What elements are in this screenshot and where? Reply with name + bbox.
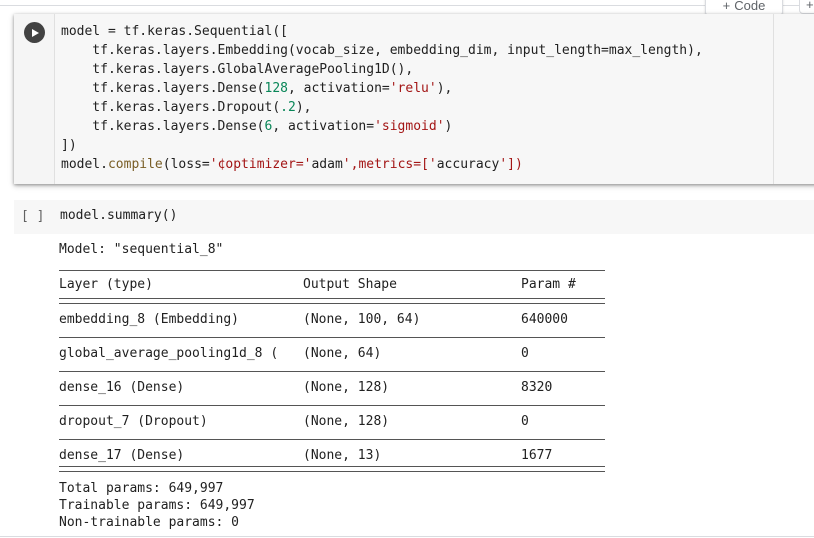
row-layer: dense_17 (Dense): [59, 448, 185, 463]
section-divider: [0, 5, 814, 6]
table-double-rule: [59, 466, 605, 472]
code-line[interactable]: tf.keras.layers.Dropout(.2),: [61, 98, 311, 117]
row-output-shape: (None, 128): [303, 414, 390, 429]
header-layer: Layer (type): [59, 277, 153, 292]
row-param: 0: [521, 414, 529, 429]
code-line[interactable]: tf.keras.layers.Dense(128, activation='r…: [61, 79, 452, 98]
code-line[interactable]: model.compile(loss='¢optimizer='adam',me…: [61, 155, 523, 174]
code-token: tf.keras.layers.Embedding(vocab_size, em…: [61, 43, 703, 58]
table-double-rule: [59, 298, 605, 304]
code-line[interactable]: tf.keras.layers.Embedding(vocab_size, em…: [61, 41, 703, 60]
row-param: 1677: [521, 448, 553, 463]
code-line[interactable]: tf.keras.layers.GlobalAveragePooling1D()…: [61, 60, 413, 79]
code-cell-model[interactable]: model = tf.keras.Sequential([ tf.keras.l…: [14, 14, 814, 184]
row-output-shape: (None, 128): [303, 380, 390, 395]
code-token: , activation=: [272, 119, 375, 134]
code-token: ',metrics=[': [342, 157, 437, 172]
row-layer: global_average_pooling1d_8 (: [59, 346, 279, 361]
cell-divider: [0, 536, 814, 537]
add-text-button[interactable]: +: [799, 0, 814, 14]
table-rule: [59, 439, 605, 440]
code-token: 128: [264, 81, 288, 96]
model-name-line: Model: "sequential_8": [59, 242, 224, 257]
row-layer: dense_16 (Dense): [59, 380, 185, 395]
code-cell-summary[interactable]: [ ] model.summary(): [14, 200, 814, 234]
play-icon: [31, 28, 39, 37]
row-output-shape: (None, 100, 64): [303, 312, 421, 327]
row-layer: embedding_8 (Embedding): [59, 312, 240, 327]
table-rule: [59, 371, 605, 372]
code-token: ),: [295, 100, 312, 115]
code-token: 'relu': [389, 81, 437, 96]
code-token: tf.keras.layers.Dense(: [61, 119, 265, 134]
code-editor[interactable]: model = tf.keras.Sequential([ tf.keras.l…: [54, 14, 814, 184]
row-param: 8320: [521, 380, 553, 395]
non-trainable-params: Non-trainable params: 0: [59, 515, 240, 530]
ruler-line: [773, 14, 774, 184]
header-param: Param #: [521, 277, 576, 292]
code-token: tf.keras.layers.GlobalAveragePooling1D()…: [61, 62, 414, 77]
cell-execution-count[interactable]: [ ]: [21, 209, 44, 224]
trainable-params: Trainable params: 649,997: [59, 498, 255, 513]
row-output-shape: (None, 13): [303, 448, 382, 463]
code-token: ): [444, 119, 453, 134]
table-rule: [59, 405, 605, 406]
total-params: Total params: 649,997: [59, 481, 224, 496]
code-token: accuracy: [436, 157, 500, 172]
run-cell-button[interactable]: [24, 22, 45, 43]
row-output-shape: (None, 64): [303, 346, 382, 361]
row-layer: dropout_7 (Dropout): [59, 414, 208, 429]
code-token: tf.keras.layers.Dense(: [61, 81, 265, 96]
code-line[interactable]: tf.keras.layers.Dense(6, activation='sig…: [61, 117, 452, 136]
plus-icon: +: [722, 0, 731, 13]
code-token: ),: [436, 81, 453, 96]
code-token: model.: [61, 157, 108, 172]
code-token: model = tf.keras.Sequential([: [61, 24, 288, 39]
code-editor[interactable]: model.summary(): [60, 208, 177, 223]
code-line[interactable]: ]): [61, 136, 77, 155]
code-token: adam: [311, 157, 343, 172]
code-token: compile: [107, 157, 163, 172]
cell-gutter: [14, 14, 54, 184]
table-rule: [59, 337, 605, 338]
code-token: '¢optimizer=': [209, 157, 312, 172]
table-rule: [59, 270, 605, 271]
header-output-shape: Output Shape: [303, 277, 397, 292]
code-token: tf.keras.layers.Dropout(: [61, 100, 281, 115]
add-code-label: Code: [734, 0, 766, 13]
plus-icon: +: [806, 0, 814, 12]
code-token: .2: [280, 100, 296, 115]
code-token: ']): [499, 157, 523, 172]
code-token: ]): [61, 138, 77, 153]
code-token: 'sigmoid': [374, 119, 445, 134]
code-token: (loss=: [162, 157, 210, 172]
code-line[interactable]: model = tf.keras.Sequential([: [61, 22, 288, 41]
row-param: 640000: [521, 312, 568, 327]
code-token: , activation=: [287, 81, 390, 96]
row-param: 0: [521, 346, 529, 361]
